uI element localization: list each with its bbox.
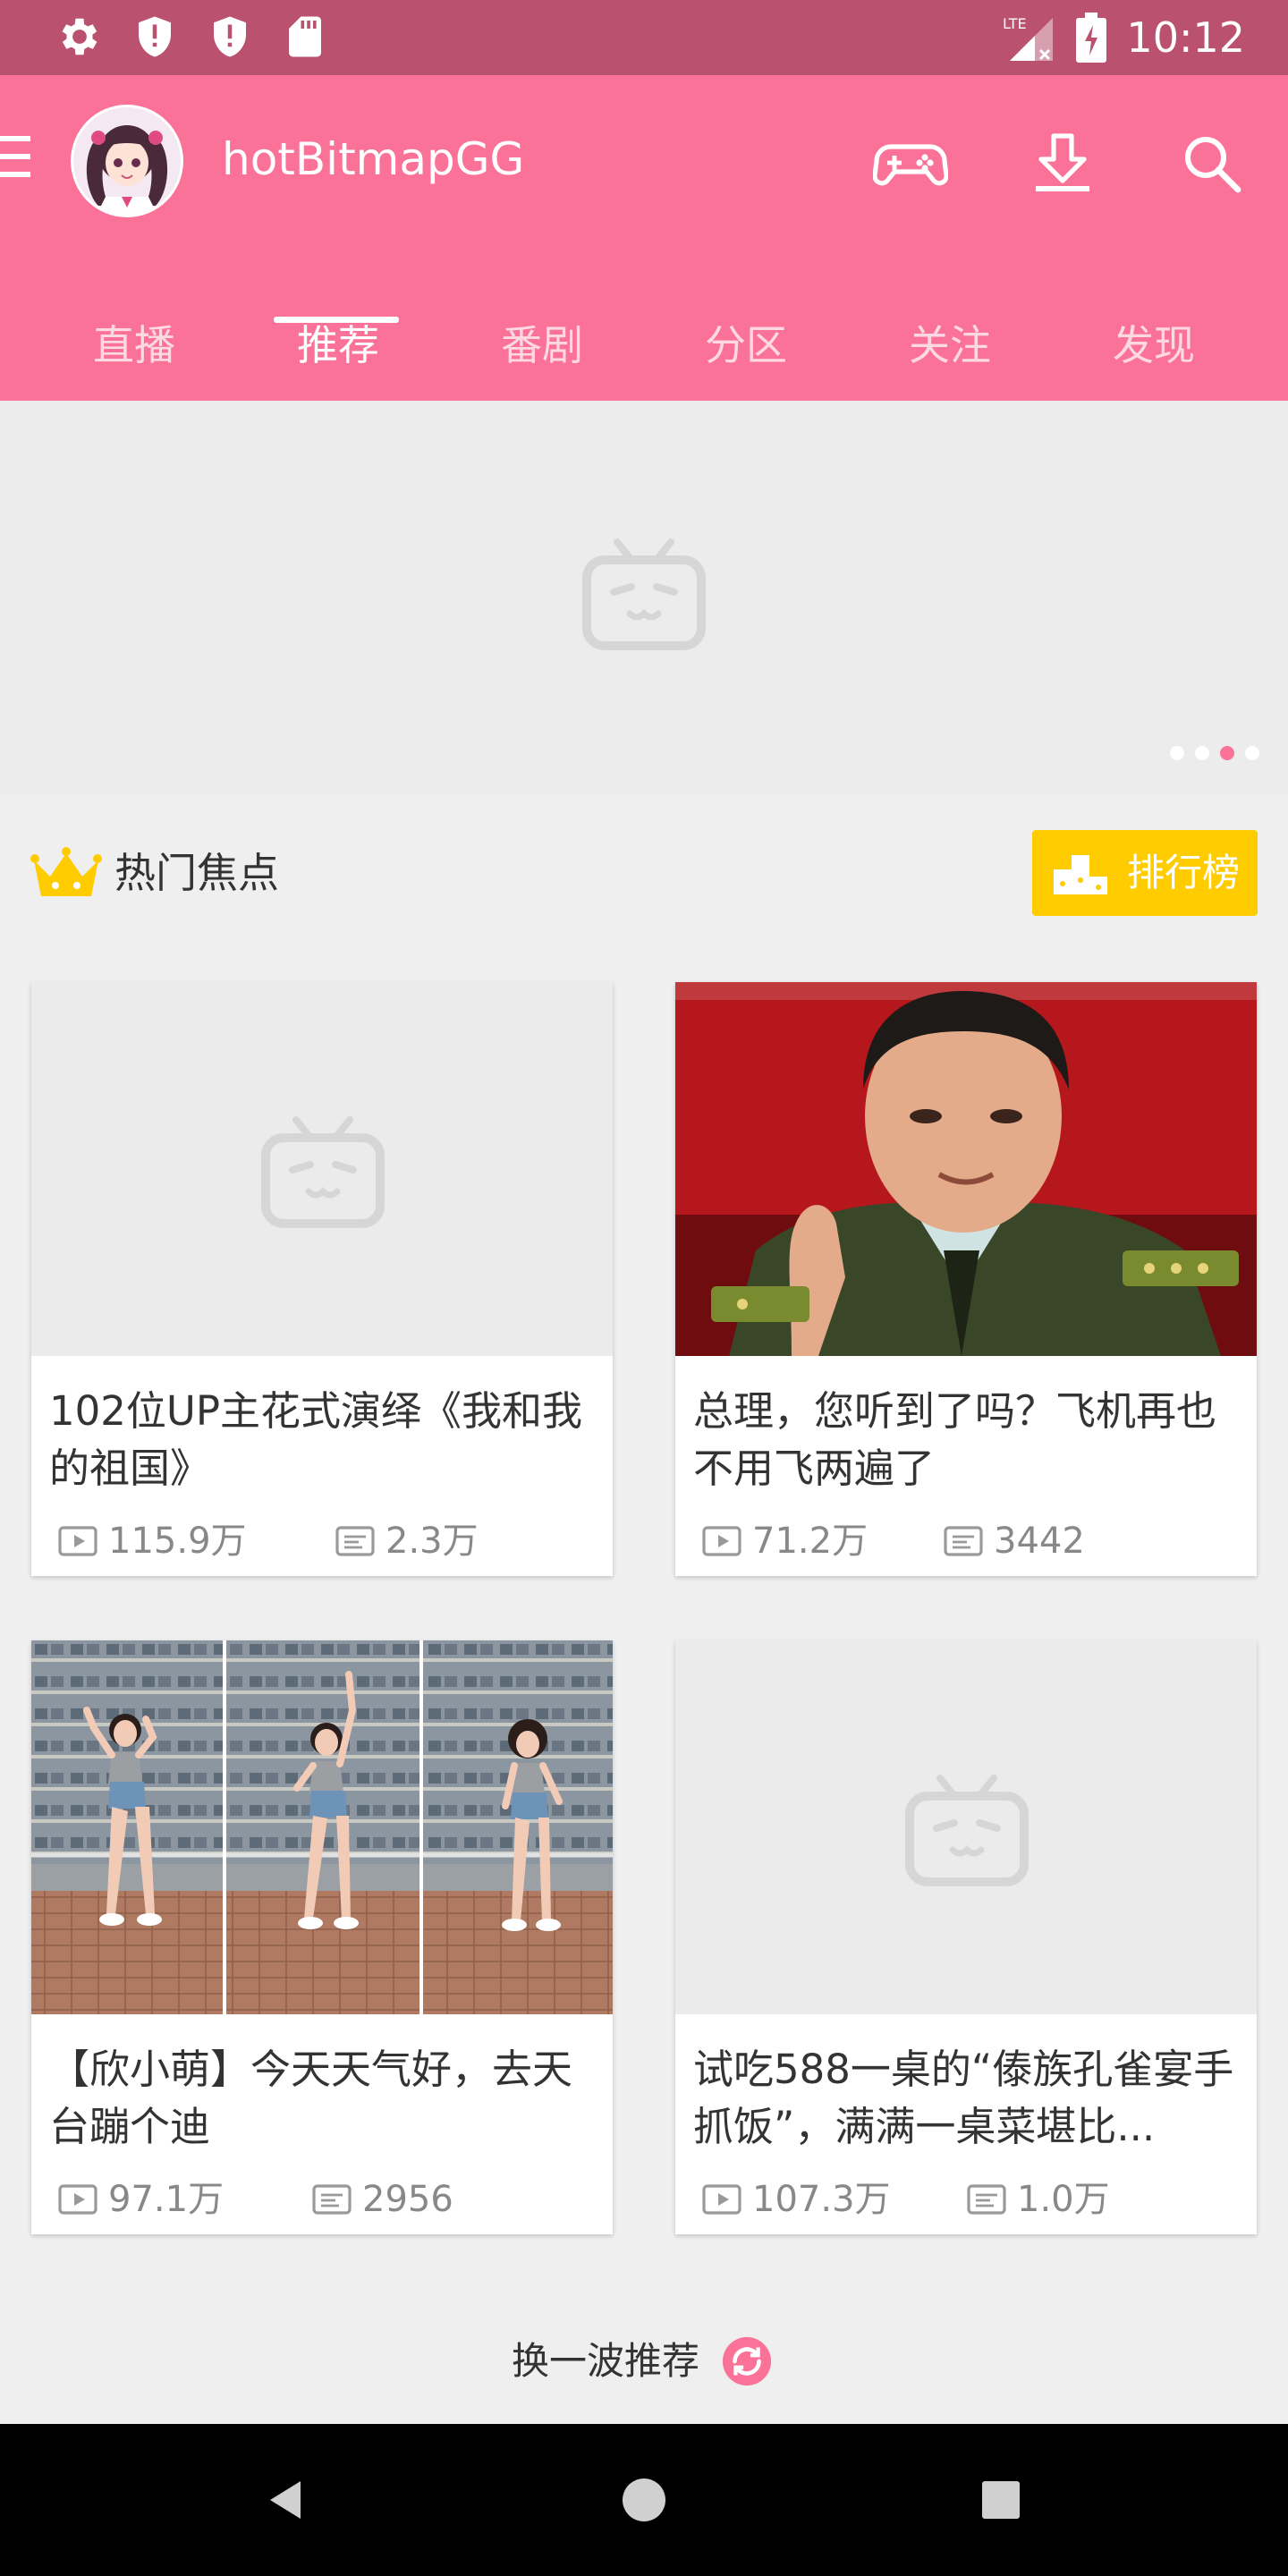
play-count-icon	[58, 1526, 97, 1556]
play-count: 97.1万	[108, 2179, 225, 2220]
refresh-recommendations[interactable]: 换一波推荐	[512, 2333, 773, 2390]
shield-alert-icon	[214, 16, 246, 57]
search-icon[interactable]	[1174, 125, 1249, 200]
refresh-icon	[722, 2336, 772, 2386]
crown-icon	[30, 847, 102, 896]
danmaku-count: 1.0万	[1017, 2179, 1110, 2220]
banner-dots	[1170, 746, 1259, 760]
back-icon[interactable]	[256, 2469, 318, 2531]
danmaku-count: 2956	[362, 2179, 453, 2220]
game-controller-icon[interactable]	[873, 125, 948, 200]
video-card[interactable]: 102位UP主花式演绎《我和我的祖国》 115.9万 2.3万	[31, 982, 613, 1576]
video-title: 总理，您听到了吗？飞机再也不用飞两遍了	[693, 1387, 1217, 1492]
hot-section-header: 热门焦点 排行榜	[0, 823, 1288, 921]
play-count: 107.3万	[752, 2179, 891, 2220]
banner-dot-active[interactable]	[1220, 746, 1234, 760]
refresh-label: 换一波推荐	[512, 2339, 700, 2383]
banner-dot[interactable]	[1245, 746, 1259, 760]
video-thumbnail	[31, 1640, 613, 2014]
video-card[interactable]: 【欣小萌】今天天气好，去天台蹦个迪 97.1万 2956	[31, 1640, 613, 2234]
danmaku-count-icon	[335, 1526, 375, 1556]
tab-category[interactable]: 分区	[644, 290, 848, 401]
video-stats: 71.2万 3442	[702, 1519, 1239, 1563]
clock: 10:12	[1126, 13, 1245, 62]
network-type-label: LTE	[1003, 15, 1027, 32]
battery-charging-icon	[1076, 13, 1107, 63]
sd-card-icon	[289, 16, 321, 57]
video-stats: 107.3万 1.0万	[702, 2177, 1239, 2222]
video-title: 102位UP主花式演绎《我和我的祖国》	[49, 1387, 582, 1492]
video-card[interactable]: 试吃588一桌的“傣族孔雀宴手抓饭”，满满一桌菜堪比... 107.3万 1.0…	[675, 1640, 1257, 2234]
play-count: 71.2万	[752, 1521, 869, 1562]
video-card[interactable]: 总理，您听到了吗？飞机再也不用飞两遍了 71.2万 3442	[675, 982, 1257, 1576]
video-stats: 115.9万 2.3万	[58, 1519, 595, 1563]
download-icon[interactable]	[1025, 125, 1100, 200]
signal-icon: LTE	[1003, 15, 1054, 61]
danmaku-count: 3442	[994, 1521, 1085, 1562]
avatar-image	[73, 107, 181, 215]
banner-carousel[interactable]	[0, 401, 1288, 794]
bilibili-placeholder-icon	[582, 538, 706, 650]
banner-dot[interactable]	[1170, 746, 1184, 760]
user-name[interactable]: hotBitmapGG	[222, 131, 524, 188]
avatar[interactable]	[73, 107, 181, 215]
danmaku-count: 2.3万	[386, 1521, 479, 1562]
danmaku-count-icon	[944, 1526, 983, 1556]
tab-bar: 直播 推荐 番剧 分区 关注 发现	[0, 290, 1288, 401]
tab-recommend[interactable]: 推荐	[236, 290, 440, 401]
shield-alert-icon	[139, 16, 171, 57]
danmaku-count-icon	[312, 2184, 352, 2215]
podium-icon	[1054, 855, 1107, 894]
dance-photo-image	[31, 1640, 613, 2014]
danmaku-count-icon	[967, 2184, 1006, 2215]
tab-live[interactable]: 直播	[32, 290, 236, 401]
status-bar: LTE 10:12	[0, 0, 1288, 75]
video-title: 试吃588一桌的“傣族孔雀宴手抓饭”，满满一桌菜堪比...	[693, 2046, 1234, 2150]
recents-icon[interactable]	[970, 2469, 1032, 2531]
video-stats: 97.1万 2956	[58, 2177, 595, 2222]
tab-discover[interactable]: 发现	[1052, 290, 1256, 401]
tab-indicator	[274, 317, 399, 323]
section-title: 热门焦点	[114, 849, 279, 897]
bilibili-placeholder-icon	[905, 1775, 1029, 1886]
app-bar: hotBitmapGG 直播 推荐 番剧 分区 关注 发现	[0, 75, 1288, 401]
banner-dot[interactable]	[1195, 746, 1209, 760]
bilibili-placeholder-icon	[261, 1116, 385, 1228]
video-thumbnail	[675, 1640, 1257, 2014]
officer-photo-image	[675, 982, 1257, 1356]
ranking-label: 排行榜	[1127, 851, 1241, 894]
home-icon[interactable]	[613, 2469, 675, 2531]
play-count-icon	[58, 2184, 97, 2215]
notification-icons	[55, 13, 329, 61]
video-title: 【欣小萌】今天天气好，去天台蹦个迪	[49, 2046, 573, 2150]
play-count-icon	[702, 2184, 741, 2215]
play-count: 115.9万	[108, 1521, 247, 1562]
video-thumbnail	[675, 982, 1257, 1356]
system-nav-bar	[0, 2424, 1288, 2576]
video-thumbnail	[31, 982, 613, 1356]
tab-following[interactable]: 关注	[848, 290, 1052, 401]
ranking-button[interactable]: 排行榜	[1032, 830, 1258, 916]
play-count-icon	[702, 1526, 741, 1556]
settings-icon	[62, 18, 97, 55]
menu-icon[interactable]	[0, 134, 30, 181]
tab-bangumi[interactable]: 番剧	[440, 290, 644, 401]
